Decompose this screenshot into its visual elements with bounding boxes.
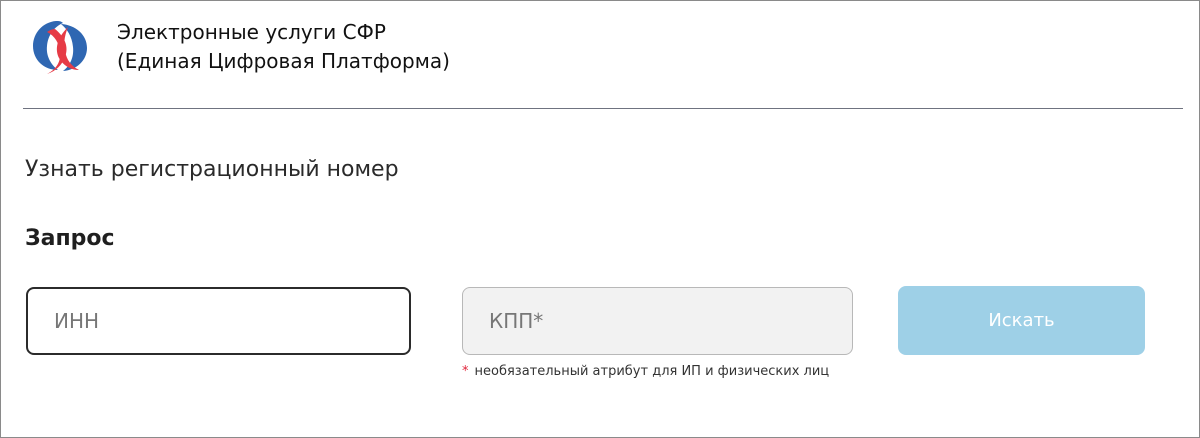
page-title: Узнать регистрационный номер — [25, 157, 399, 182]
service-title-line2: (Единая Цифровая Платформа) — [117, 49, 450, 73]
kpp-input[interactable] — [462, 287, 853, 355]
header: Электронные услуги СФР (Единая Цифровая … — [25, 15, 1175, 95]
service-title: Электронные услуги СФР (Единая Цифровая … — [117, 18, 450, 76]
request-section-title: Запрос — [25, 226, 115, 251]
kpp-optional-hint: * необязательный атрибут для ИП и физичес… — [462, 363, 829, 381]
inn-input[interactable] — [26, 287, 411, 355]
sfr-logo-icon — [25, 15, 95, 77]
page-frame: Электронные услуги СФР (Единая Цифровая … — [0, 0, 1200, 438]
header-divider — [23, 108, 1183, 109]
required-asterisk: * — [462, 364, 469, 379]
service-title-line1: Электронные услуги СФР — [117, 20, 386, 44]
search-button[interactable]: Искать — [898, 286, 1145, 355]
hint-text: необязательный атрибут для ИП и физическ… — [474, 364, 830, 379]
